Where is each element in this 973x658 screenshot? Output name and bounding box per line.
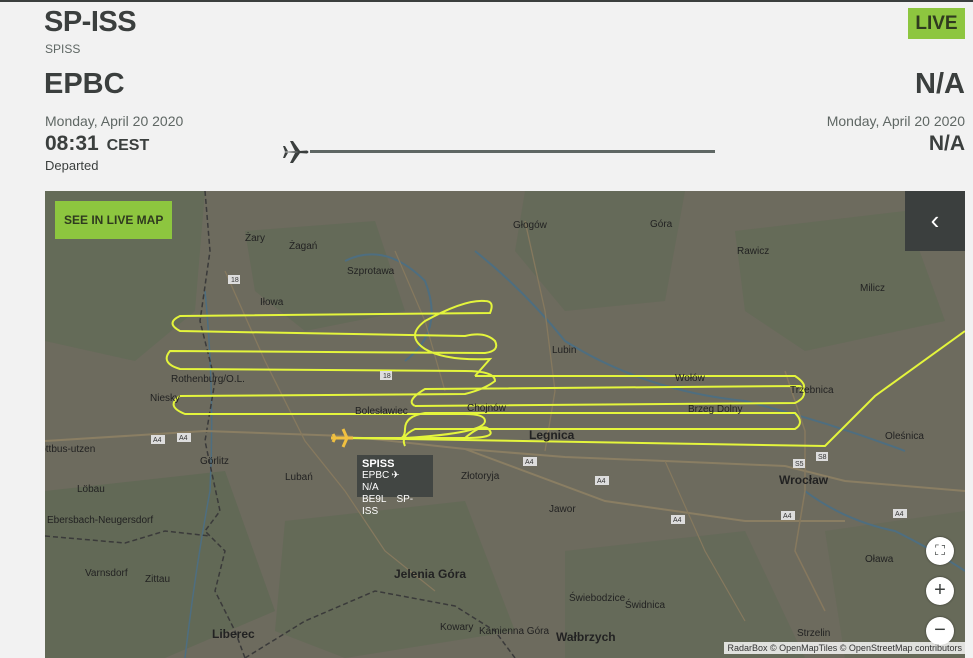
place-label: Góra xyxy=(650,219,673,230)
place-label: Świebodzice xyxy=(569,591,626,604)
place-label: Wrocław xyxy=(779,473,829,487)
map-attribution: RadarBox © OpenMapTiles © OpenStreetMap … xyxy=(724,642,965,654)
zoom-in-button[interactable]: + xyxy=(926,577,954,605)
tooltip-callsign: SPISS xyxy=(362,458,395,470)
place-label: Trzebnica xyxy=(790,385,834,396)
place-label: Złotoryja xyxy=(461,471,500,482)
arrival-time: N/A xyxy=(928,132,965,155)
plane-icon xyxy=(283,141,309,163)
place-label: Rothenburg/O.L. xyxy=(171,374,245,385)
road-shield: A4 xyxy=(671,515,685,524)
place-label: Milicz xyxy=(860,283,885,294)
place-label: Głogów xyxy=(513,220,548,231)
place-label: Kamienna Góra xyxy=(479,626,549,637)
svg-text:A4: A4 xyxy=(153,437,162,444)
live-badge: LIVE xyxy=(908,8,965,39)
place-label: Kowary xyxy=(440,622,473,633)
place-label: Oleśnica xyxy=(885,431,924,442)
place-label: Wałbrzych xyxy=(556,630,616,644)
flight-progress-line xyxy=(310,150,715,153)
road-shield: A4 xyxy=(177,433,191,442)
place-label: Jawor xyxy=(549,504,576,515)
tooltip-route: EPBC ✈ N/A xyxy=(362,470,400,493)
callsign-label: SPISS xyxy=(45,42,81,56)
place-label: Liberec xyxy=(212,627,255,641)
svg-text:S8: S8 xyxy=(818,454,827,461)
flight-status: Departed xyxy=(45,158,99,173)
svg-text:A4: A4 xyxy=(179,435,188,442)
place-label: Görlitz xyxy=(200,456,229,467)
departure-time: 08:31 CEST xyxy=(45,132,149,156)
svg-text:S5: S5 xyxy=(795,461,804,468)
road-shield: A4 xyxy=(781,511,795,520)
place-label: Rawicz xyxy=(737,246,769,257)
place-label: Oława xyxy=(865,554,894,565)
place-label: Varnsdorf xyxy=(85,568,128,579)
place-label: Strzelin xyxy=(797,628,830,639)
place-label: Niesky xyxy=(150,393,180,404)
road-shield: S5 xyxy=(793,459,805,468)
svg-text:18: 18 xyxy=(231,277,239,284)
place-label: Ebersbach-Neugersdorf xyxy=(47,515,153,526)
place-label: Cottbus-utzen xyxy=(45,444,95,455)
top-border xyxy=(0,0,973,2)
road-shield: A4 xyxy=(893,509,907,518)
road-shield: A4 xyxy=(151,435,165,444)
place-label: Jelenia Góra xyxy=(394,567,466,581)
origin-date: Monday, April 20 2020 xyxy=(45,113,184,129)
fullscreen-icon[interactable]: ⛶ xyxy=(926,537,954,565)
svg-text:A4: A4 xyxy=(673,517,682,524)
svg-text:18: 18 xyxy=(383,373,391,380)
place-label: Iłowa xyxy=(260,297,284,308)
svg-text:A4: A4 xyxy=(525,459,534,466)
road-shield: A4 xyxy=(523,457,537,466)
svg-text:A4: A4 xyxy=(597,478,606,485)
place-label: Lubin xyxy=(552,345,576,356)
place-label: Żagań xyxy=(289,239,317,252)
svg-text:A4: A4 xyxy=(895,511,904,518)
destination-date: Monday, April 20 2020 xyxy=(826,113,965,129)
chevron-left-icon[interactable]: ‹ xyxy=(905,191,965,251)
road-shield: 18 xyxy=(380,371,392,380)
see-in-live-map-button[interactable]: SEE IN LIVE MAP xyxy=(55,201,173,239)
map-canvas: Żary Żagań Szprotawa Głogów Góra Rawicz … xyxy=(45,191,965,658)
place-label: Żary xyxy=(245,231,265,244)
road-shield: A4 xyxy=(595,476,609,485)
place-label: Zittau xyxy=(145,574,170,585)
destination-airport: N/A xyxy=(915,68,965,100)
flight-map[interactable]: Żary Żagań Szprotawa Głogów Góra Rawicz … xyxy=(45,191,965,658)
origin-airport[interactable]: EPBC xyxy=(44,68,125,101)
place-label: Brzeg Dolny xyxy=(688,404,742,415)
place-label: Chojnów xyxy=(467,403,507,414)
zoom-out-button[interactable]: − xyxy=(926,617,954,645)
road-shield: S8 xyxy=(816,452,828,461)
place-label: Świdnica xyxy=(625,598,665,611)
departure-time-value: 08:31 xyxy=(45,132,99,155)
svg-text:A4: A4 xyxy=(783,513,792,520)
place-label: Legnica xyxy=(529,428,575,442)
place-label: Wołów xyxy=(675,373,706,384)
place-label: Löbau xyxy=(77,484,105,495)
tooltip-aircraft: BE9L SP-ISS xyxy=(362,494,414,517)
road-shield: 18 xyxy=(228,275,240,284)
aircraft-tooltip: SPISS EPBC ✈ N/A BE9L SP-ISS xyxy=(357,455,433,517)
place-label: Lubań xyxy=(285,472,313,483)
departure-timezone: CEST xyxy=(106,137,150,154)
place-label: Szprotawa xyxy=(347,266,395,277)
place-label: Bolesławiec xyxy=(355,406,408,417)
registration-title: SP-ISS xyxy=(44,6,137,38)
